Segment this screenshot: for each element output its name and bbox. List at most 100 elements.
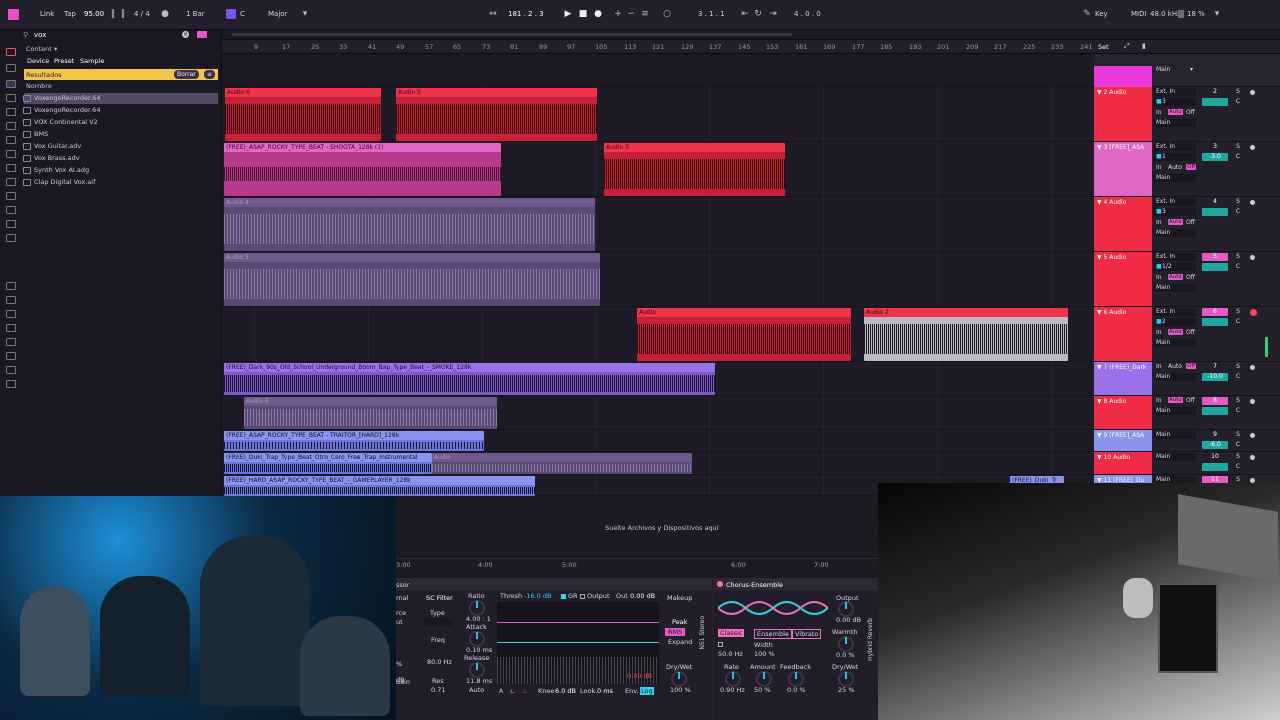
volume-field[interactable] (1202, 318, 1228, 326)
folder-icon[interactable] (6, 324, 16, 332)
list-item[interactable]: BMS (23, 129, 48, 140)
fold-icon[interactable]: ▼ (1097, 454, 1102, 461)
key-map-button[interactable]: Key (1095, 10, 1108, 18)
feedback-knob[interactable] (788, 671, 804, 687)
audio-clip[interactable]: Audio 6 (225, 88, 381, 141)
feedback-value[interactable]: 0.0 % (787, 686, 806, 694)
stop-icon[interactable]: ■ (578, 9, 588, 19)
input-channel-select[interactable]: ■ 3 (1154, 208, 1196, 216)
audio-clip-selected[interactable]: Audio 2 (864, 308, 1068, 361)
content-filter-select[interactable]: Content ▾ (26, 45, 57, 53)
name-column-header[interactable]: Nombre (26, 82, 52, 90)
width-value[interactable]: 100 % (754, 650, 775, 658)
solo-button[interactable]: S (1234, 431, 1242, 439)
play-icon[interactable]: ▶ (563, 9, 573, 19)
pan-center-button[interactable]: C (1234, 318, 1242, 326)
pan-center-button[interactable]: C (1234, 263, 1242, 271)
pan-center-button[interactable]: C (1234, 407, 1242, 415)
output-select[interactable]: Main (1154, 453, 1196, 461)
audio-effects-icon[interactable] (6, 122, 16, 130)
output-select[interactable]: Main (1154, 229, 1196, 237)
midi-map-button[interactable]: MIDI (1131, 10, 1147, 18)
automation-arm-icon[interactable]: ∽ (626, 9, 636, 19)
monitor-in-button[interactable]: In (1156, 164, 1162, 171)
ratio-value[interactable]: 4.00 : 1 (466, 615, 491, 623)
folder-icon[interactable] (6, 380, 16, 388)
scale-select[interactable]: Major (268, 10, 287, 18)
nudge-icon[interactable]: ‖ (108, 9, 118, 19)
input-type-select[interactable]: Ext. In (1154, 143, 1196, 151)
list-item[interactable]: Synth Vox AI.adg (23, 165, 89, 176)
instruments-icon[interactable] (6, 108, 16, 116)
ratio-knob[interactable] (469, 600, 485, 616)
pan-center-button[interactable]: C (1234, 98, 1242, 106)
list-item[interactable]: VoxengoRecorder.64 (23, 93, 100, 104)
arm-button[interactable] (1250, 399, 1255, 404)
track-header[interactable]: ▼ 4 Audio Ext. In ■ 3 In Auto Off Main 4 … (1094, 197, 1280, 252)
metronome-icon[interactable]: ● (160, 9, 170, 19)
monitor-in-button[interactable]: In (1156, 329, 1162, 336)
loop-length-field[interactable]: 4 . 0 . 0 (794, 10, 821, 18)
monitor-in-button[interactable]: In (1156, 274, 1162, 281)
monitor-auto-button[interactable]: Auto (1168, 219, 1183, 225)
output-value[interactable]: 0.00 dB (836, 616, 861, 624)
solo-button[interactable]: S (1234, 88, 1242, 96)
arm-button[interactable] (1250, 90, 1255, 95)
track-name[interactable]: ▼ 5 Audio (1094, 252, 1152, 306)
solo-button[interactable]: S (1234, 397, 1242, 405)
monitor-in-button[interactable]: In (1156, 109, 1162, 116)
monitor-auto-button[interactable]: Auto (1168, 397, 1183, 403)
search-bar[interactable]: ⚲ vox × (23, 31, 220, 41)
output-select[interactable]: Main (1154, 373, 1196, 381)
filter-preset[interactable]: Preset (54, 57, 74, 65)
fold-icon[interactable]: ▼ (1097, 364, 1102, 371)
monitor-auto-button[interactable]: Auto (1168, 274, 1183, 280)
pan-center-button[interactable]: C (1234, 208, 1242, 216)
solo-button[interactable]: S (1234, 198, 1242, 206)
mode-classic[interactable]: Classic (718, 629, 745, 637)
overview-region[interactable] (232, 33, 792, 36)
warmth-knob[interactable] (838, 636, 854, 652)
filter-icon[interactable] (197, 31, 207, 38)
audio-clip[interactable]: Audio 5 (224, 253, 600, 306)
audio-clip[interactable]: Audio (637, 308, 851, 361)
monitor-off-button[interactable]: Off (1186, 274, 1195, 281)
gr-icon[interactable] (561, 594, 566, 599)
mode-ensemble[interactable]: Ensemble (754, 629, 792, 639)
tempo-field[interactable]: 95.00 (84, 10, 104, 18)
arm-button[interactable] (1250, 255, 1255, 260)
compressor-display[interactable]: 0.00 dB (497, 602, 659, 684)
search-input[interactable]: vox (34, 31, 46, 39)
track-header[interactable]: ▼ 10 Audio Main 10 S C (1094, 452, 1280, 475)
output-select[interactable]: Main (1154, 431, 1196, 439)
res-value[interactable]: 0.71 (431, 686, 445, 694)
volume-field[interactable] (1202, 407, 1228, 415)
drums-icon[interactable] (6, 94, 16, 102)
threshold-value[interactable]: -16.0 dB (524, 592, 551, 600)
solo-button[interactable]: S (1234, 253, 1242, 261)
track-name[interactable]: ▼ 4 Audio (1094, 197, 1152, 251)
midi-effects-icon[interactable] (6, 136, 16, 144)
monitor-off-button[interactable]: Off (1186, 109, 1195, 116)
folder-icon[interactable] (6, 366, 16, 374)
arm-button[interactable] (1250, 200, 1255, 205)
drywet-value[interactable]: 25 % (838, 686, 855, 694)
track-header[interactable]: ▼ 7 (FREE)_Dark In Auto Off Main 7 -10.0… (1094, 362, 1280, 396)
fold-icon[interactable]: ▼ (1097, 432, 1102, 439)
track-name[interactable]: ▼ 8 Audio (1094, 396, 1152, 429)
attack-knob[interactable] (469, 631, 485, 647)
expand-mode[interactable]: Expand (668, 638, 692, 646)
output-select[interactable]: Main (1154, 284, 1196, 292)
auto-release-toggle[interactable]: Auto (469, 686, 484, 694)
live-logo-icon[interactable] (8, 9, 19, 20)
drywet-value[interactable]: 100 % (670, 686, 691, 694)
folder-icon[interactable] (6, 338, 16, 346)
freq-value[interactable]: 80.0 Hz (427, 658, 452, 666)
beat-ruler[interactable]: 9 17 25 33 41 49 57 65 73 81 89 97 105 1… (222, 40, 1094, 54)
audio-clip[interactable]: (FREE)_ASAP_ROCKY_TYPE_BEAT - TRAITOR_[H… (224, 431, 484, 451)
track-header[interactable]: ▼ 6 Audio Ext. In ■ 2 In Auto Off Main 6 … (1094, 307, 1280, 362)
tap-tempo-button[interactable]: Tap (64, 10, 76, 18)
solo-button[interactable]: S (1234, 363, 1242, 371)
folder-icon[interactable] (6, 352, 16, 360)
pan-center-button[interactable]: C (1234, 463, 1242, 471)
